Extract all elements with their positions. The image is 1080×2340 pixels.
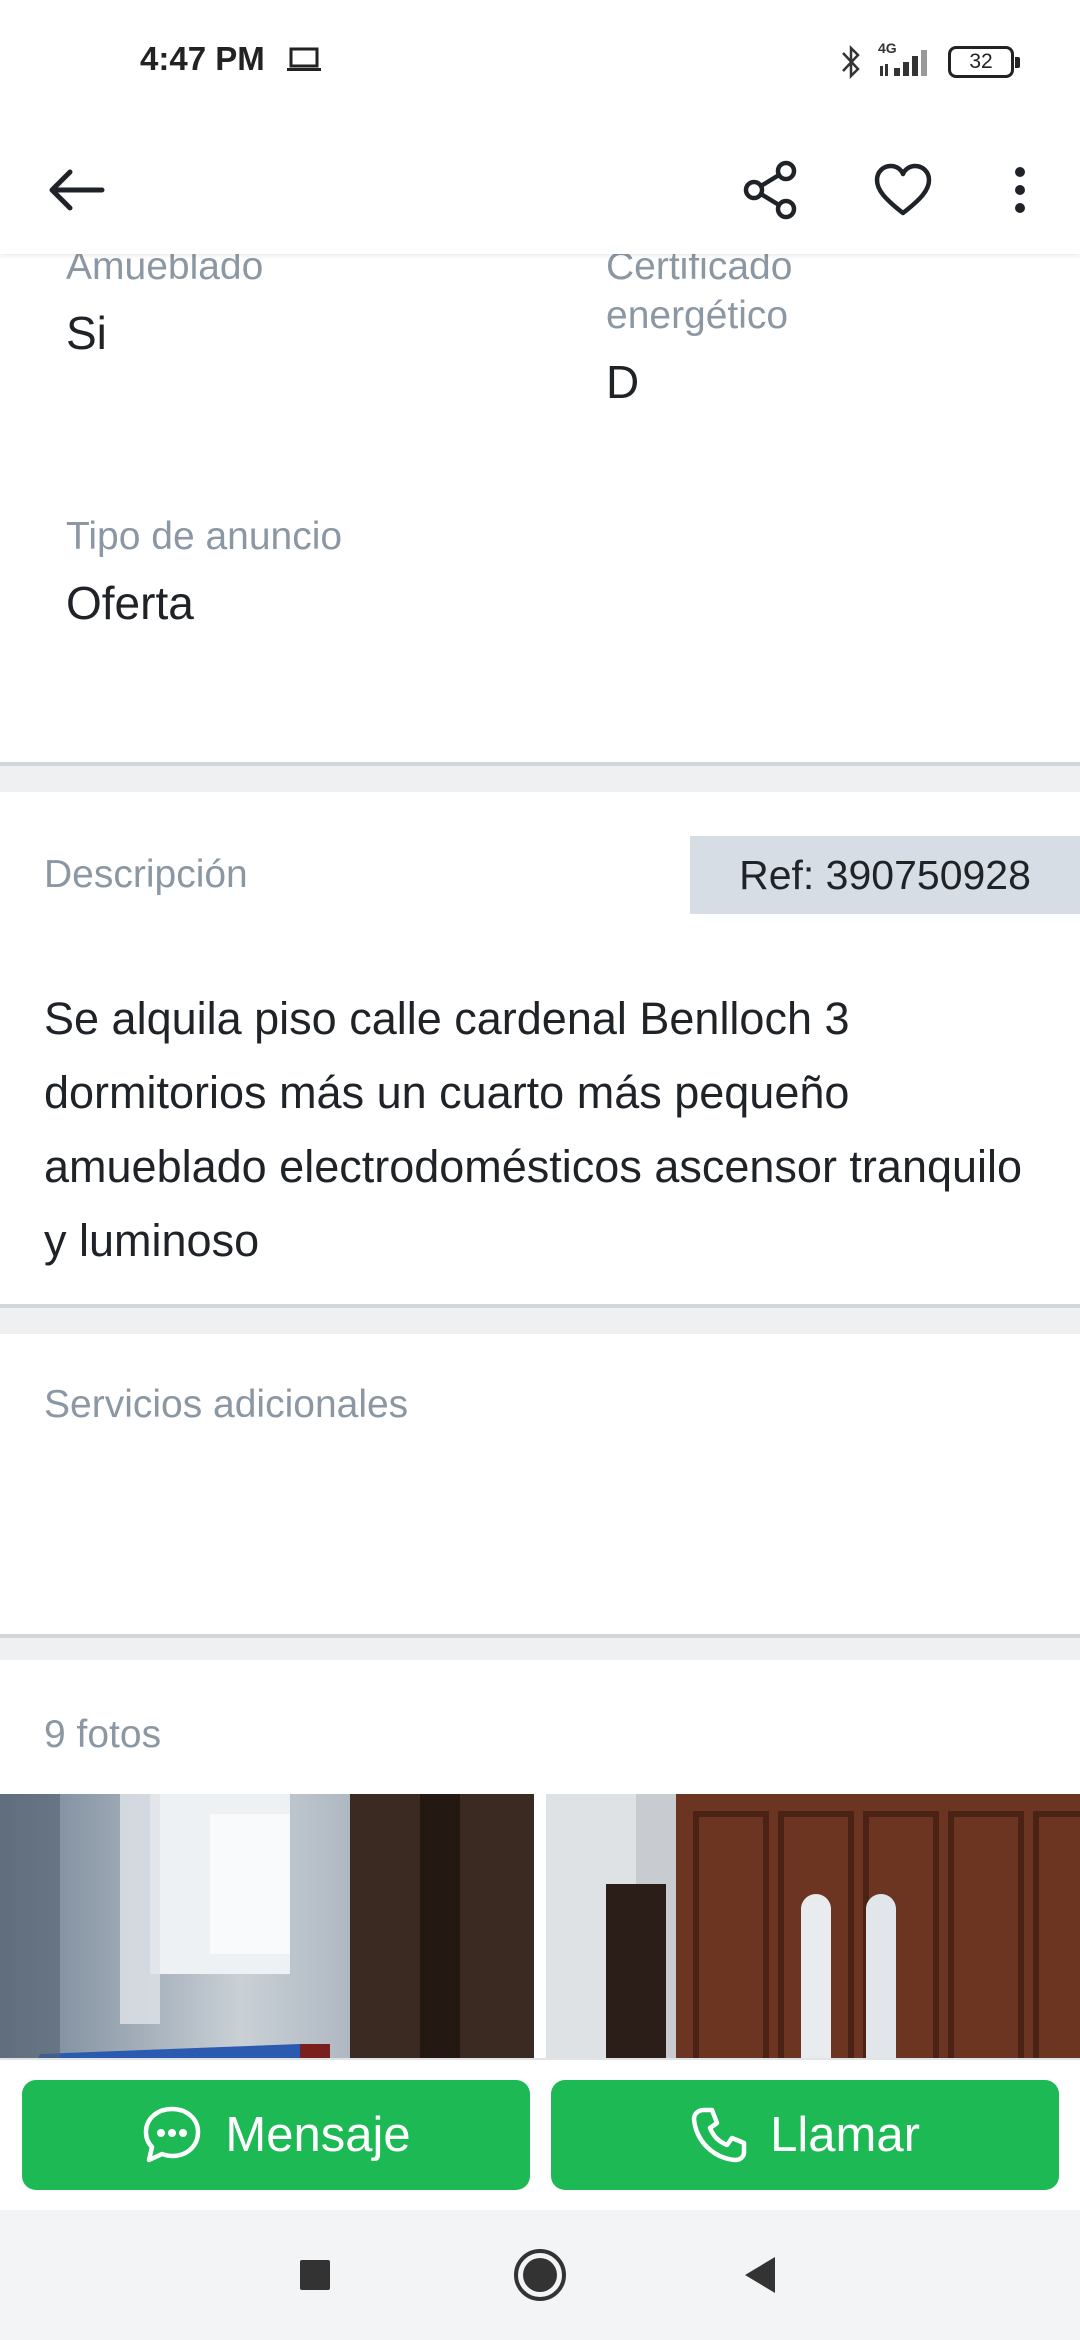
circle-home-icon <box>514 2249 566 2301</box>
services-title: Servicios adicionales <box>44 1383 409 1426</box>
description-title: Descripción <box>44 853 248 896</box>
call-button[interactable]: Llamar <box>551 2080 1059 2190</box>
arrow-left-icon <box>49 169 105 211</box>
photos-count: 9 fotos <box>44 1713 162 1756</box>
photos-card: 9 fotos <box>0 1660 1080 2058</box>
heart-outline-icon <box>874 163 932 216</box>
reference-badge: Ref: 390750928 <box>690 836 1080 914</box>
call-label: Llamar <box>770 2108 920 2162</box>
back-nav-button[interactable] <box>730 2245 790 2305</box>
share-button[interactable] <box>729 148 813 232</box>
favorite-button[interactable] <box>861 148 945 232</box>
phone-icon <box>691 2107 747 2163</box>
photos-row <box>0 1794 1080 2058</box>
bedroom-photo-2 <box>546 1794 1080 2058</box>
bluetooth-icon <box>842 44 860 80</box>
triangle-back-icon <box>745 2257 775 2293</box>
status-bar: 4:47 PM 4G 32 <box>0 0 1080 126</box>
feature-value: Oferta <box>66 577 194 629</box>
message-label: Mensaje <box>225 2108 411 2162</box>
signal-icon: 4G <box>876 40 934 80</box>
message-button[interactable]: Mensaje <box>22 2080 530 2190</box>
share-icon <box>743 160 797 220</box>
more-vertical-icon <box>1015 167 1025 213</box>
feature-label: Amueblado <box>66 254 264 288</box>
feature-value: D <box>606 356 640 408</box>
battery-indicator: 32 <box>948 46 1020 78</box>
more-options-button[interactable] <box>978 148 1062 232</box>
status-time: 4:47 PM <box>140 40 265 77</box>
additional-services-card: Servicios adicionales <box>0 1334 1080 1638</box>
chat-bubble-icon <box>144 2106 201 2163</box>
feature-energy-certificate: Certificado energético D <box>606 254 906 410</box>
feature-ad-type: Tipo de anuncio Oferta <box>66 512 546 631</box>
feature-label: Certificado energético <box>606 254 793 337</box>
bedroom-photo-1 <box>0 1794 534 2058</box>
feature-value: Si <box>66 307 107 359</box>
feature-furnished: Amueblado Si <box>66 254 546 361</box>
description-card: Descripción Ref: 390750928 Se alquila pi… <box>0 792 1080 1308</box>
recents-button[interactable] <box>285 2245 345 2305</box>
description-text: Se alquila piso calle cardenal Benlloch … <box>44 993 1023 1266</box>
battery-level: 32 <box>969 50 993 73</box>
listing-detail-content[interactable]: Amueblado Si Certificado energético D Ti… <box>0 254 1080 2058</box>
square-icon <box>300 2260 330 2290</box>
photo-thumbnail[interactable] <box>0 1794 534 2058</box>
home-button[interactable] <box>510 2245 570 2305</box>
system-navigation-bar <box>0 2210 1080 2340</box>
feature-label: Tipo de anuncio <box>66 515 343 558</box>
contact-action-bar: Mensaje Llamar <box>0 2058 1080 2210</box>
app-bar <box>0 126 1080 254</box>
status-icons: 4G 32 <box>840 40 1020 82</box>
laptop-icon <box>287 47 321 71</box>
features-card: Amueblado Si Certificado energético D Ti… <box>0 254 1080 766</box>
photo-thumbnail[interactable] <box>546 1794 1080 2058</box>
back-button[interactable] <box>34 148 118 232</box>
